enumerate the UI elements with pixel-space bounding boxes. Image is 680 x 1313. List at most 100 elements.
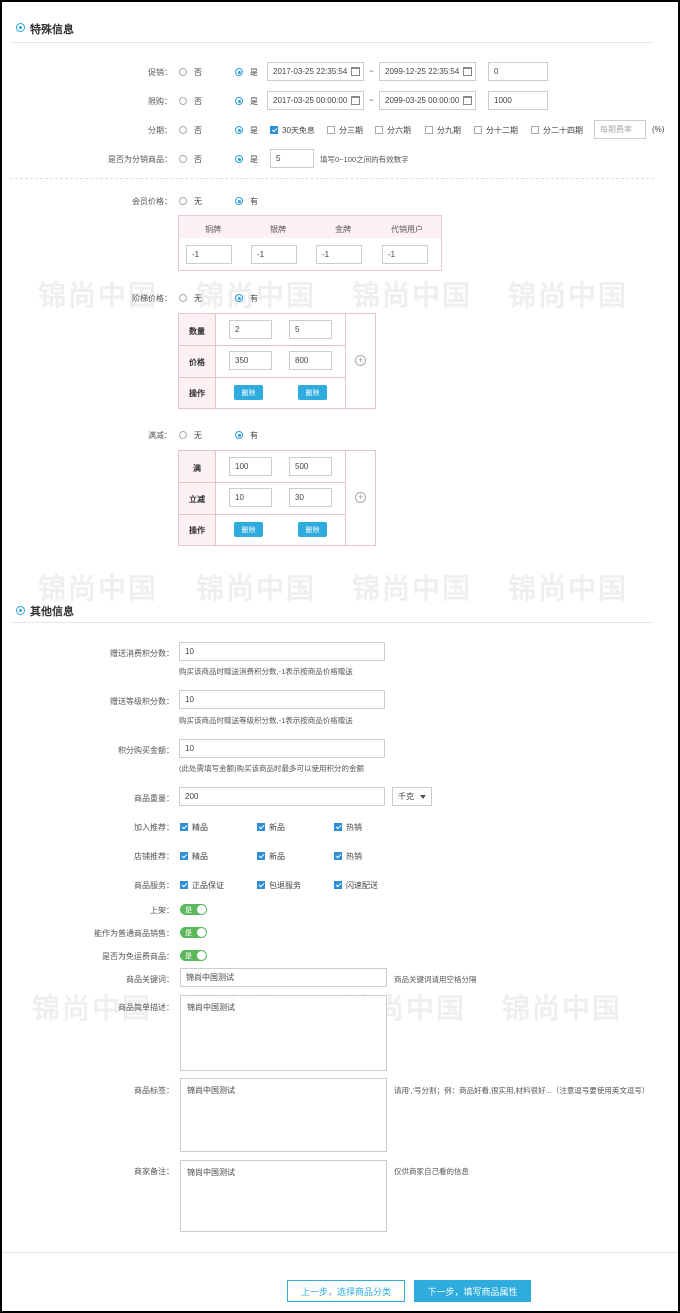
- limit-no-radio[interactable]: [179, 97, 187, 105]
- ladder-qty-input[interactable]: 2: [229, 320, 272, 339]
- member-header: 银牌: [270, 225, 286, 234]
- limit-qty-input[interactable]: 1000: [488, 91, 548, 110]
- ladder-delete-button[interactable]: 删除: [234, 385, 263, 400]
- calendar-icon[interactable]: [463, 96, 472, 105]
- keywords-input[interactable]: 锦尚中国测试: [180, 968, 387, 987]
- promo-qty-input[interactable]: 0: [488, 62, 548, 81]
- limit-start-input[interactable]: 2017-03-25 00:00:00: [267, 91, 364, 110]
- promo-start-value: 2017-03-25 22:35:54: [273, 67, 348, 76]
- shop-recommend-checkbox[interactable]: [334, 852, 342, 860]
- full-no-radio[interactable]: [179, 431, 187, 439]
- install-option-label: 分九期: [437, 126, 461, 135]
- freeship-toggle[interactable]: 是: [180, 950, 207, 961]
- ladder-price-input[interactable]: 800: [289, 351, 332, 370]
- limit-end-value: 2099-03-25 00:00:00: [385, 96, 460, 105]
- tags-textarea[interactable]: 锦尚中国测试: [180, 1078, 387, 1152]
- weight-label: 商品重量：: [134, 794, 174, 803]
- member-no-radio[interactable]: [179, 197, 187, 205]
- ladder-delete-button[interactable]: 删除: [298, 385, 327, 400]
- keywords-label: 商品关键词：: [126, 975, 174, 984]
- install-12-checkbox[interactable]: [474, 126, 482, 134]
- member-price-input[interactable]: -1: [251, 245, 297, 264]
- divider: [10, 178, 654, 179]
- install-yes-radio[interactable]: [235, 126, 243, 134]
- promo-start-input[interactable]: 2017-03-25 22:35:54: [267, 62, 364, 81]
- dist-value-input[interactable]: 5: [270, 149, 314, 168]
- minus-amount-input[interactable]: 30: [289, 488, 332, 507]
- recommend-checkbox[interactable]: [334, 823, 342, 831]
- shop-recommend-checkbox[interactable]: [180, 852, 188, 860]
- limit-yes-radio[interactable]: [235, 97, 243, 105]
- weight-unit-select[interactable]: 千克: [392, 787, 432, 806]
- add-plus-icon[interactable]: +: [355, 355, 366, 366]
- member-price-input[interactable]: -1: [382, 245, 428, 264]
- install-6-checkbox[interactable]: [375, 126, 383, 134]
- member-price-input[interactable]: -1: [316, 245, 362, 264]
- recommend-checkbox[interactable]: [180, 823, 188, 831]
- divider: [10, 622, 654, 623]
- full-amount-input[interactable]: 500: [289, 457, 332, 476]
- calendar-icon[interactable]: [351, 96, 360, 105]
- promo-yes-radio[interactable]: [235, 68, 243, 76]
- dist-yes-radio[interactable]: [235, 155, 243, 163]
- install-no-radio[interactable]: [179, 126, 187, 134]
- next-step-button[interactable]: 下一步，填写商品属性: [414, 1280, 531, 1302]
- ladder-qty-input[interactable]: 5: [289, 320, 332, 339]
- dist-no-radio[interactable]: [179, 155, 187, 163]
- install-24-checkbox[interactable]: [531, 126, 539, 134]
- note-label: 商家备注：: [134, 1167, 174, 1176]
- shop-recommend-checkbox[interactable]: [257, 852, 265, 860]
- shop-recommend-option: 新品: [269, 852, 285, 861]
- level-input[interactable]: 10: [179, 690, 385, 709]
- member-header: 金牌: [335, 225, 351, 234]
- member-price-value: -1: [322, 250, 330, 259]
- limit-label: 限购：: [148, 97, 172, 106]
- keywords-value: 锦尚中国测试: [186, 973, 234, 982]
- recommend-checkbox[interactable]: [257, 823, 265, 831]
- ladder-price-input[interactable]: 350: [229, 351, 272, 370]
- member-price-value: -1: [388, 250, 396, 259]
- full-label: 满减：: [148, 431, 172, 440]
- ladder-no-radio[interactable]: [179, 294, 187, 302]
- minus-amount-input[interactable]: 10: [229, 488, 272, 507]
- ladder-yes-label: 有: [250, 294, 258, 303]
- prev-step-button[interactable]: 上一步，选择商品分类: [287, 1280, 405, 1302]
- member-yes-radio[interactable]: [235, 197, 243, 205]
- ordinary-label: 能作为普通商品销售：: [94, 929, 174, 938]
- member-price-input[interactable]: -1: [186, 245, 232, 264]
- install-option-label: 分二十四期: [543, 126, 583, 135]
- ordinary-toggle[interactable]: 是: [180, 927, 207, 938]
- points-input[interactable]: 10: [179, 642, 385, 661]
- install-30day-checkbox[interactable]: [270, 126, 278, 134]
- promo-end-input[interactable]: 2099-12-25 22:35:54: [379, 62, 476, 81]
- note-textarea[interactable]: 锦尚中国测试: [180, 1160, 387, 1232]
- onsale-toggle[interactable]: 是: [180, 904, 207, 915]
- full-delete-button[interactable]: 删除: [298, 522, 327, 537]
- ladder-yes-radio[interactable]: [235, 294, 243, 302]
- watermark: 锦尚中国: [502, 993, 623, 1024]
- full-amount-input[interactable]: 100: [229, 457, 272, 476]
- full-no-label: 无: [194, 431, 202, 440]
- recommend-option: 新品: [269, 823, 285, 832]
- percent-label: (%): [652, 125, 665, 134]
- weight-input[interactable]: 200: [179, 787, 385, 806]
- recommend-label: 加入推荐：: [134, 823, 174, 832]
- install-3-checkbox[interactable]: [327, 126, 335, 134]
- full-yes-radio[interactable]: [235, 431, 243, 439]
- calendar-icon[interactable]: [463, 67, 472, 76]
- install-9-checkbox[interactable]: [425, 126, 433, 134]
- install-rate-input[interactable]: 每期费率: [594, 120, 646, 139]
- calendar-icon[interactable]: [351, 67, 360, 76]
- promo-no-radio[interactable]: [179, 68, 187, 76]
- service-checkbox[interactable]: [257, 881, 265, 889]
- divider: [2, 1252, 678, 1253]
- service-checkbox[interactable]: [180, 881, 188, 889]
- brief-textarea[interactable]: 锦尚中国测试: [180, 995, 387, 1071]
- buy-input[interactable]: 10: [179, 739, 385, 758]
- service-checkbox[interactable]: [334, 881, 342, 889]
- full-delete-button[interactable]: 删除: [234, 522, 263, 537]
- dist-label: 是否为分销商品：: [108, 155, 172, 164]
- limit-end-input[interactable]: 2099-03-25 00:00:00: [379, 91, 476, 110]
- minus-amount-value: 10: [235, 493, 244, 502]
- add-plus-icon[interactable]: +: [355, 492, 366, 503]
